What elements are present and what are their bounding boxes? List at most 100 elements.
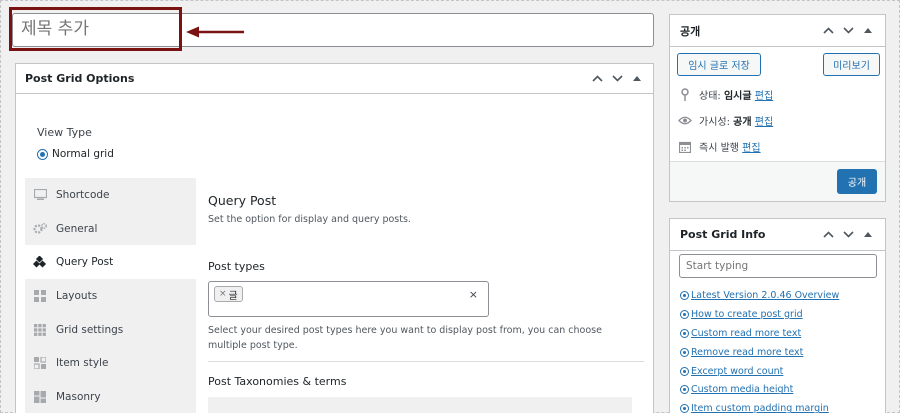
list-item[interactable]: Custom read more text [680, 324, 839, 343]
move-down-icon[interactable] [841, 24, 855, 38]
move-down-icon[interactable] [610, 72, 624, 86]
save-draft-button[interactable]: 임시 글로 저장 [677, 53, 761, 76]
preview-button[interactable]: 미리보기 [823, 53, 880, 76]
view-type-section: View Type Normal grid [37, 126, 114, 160]
normal-grid-label: Normal grid [52, 148, 114, 160]
query-post-title: Query Post [208, 193, 277, 208]
monitor-icon [33, 188, 47, 202]
edit-status-link[interactable]: 편집 [755, 91, 773, 102]
grid-icon [33, 323, 47, 337]
schedule-label: 즉시 발행 [699, 143, 739, 154]
list-item[interactable]: Item custom padding margin [680, 399, 839, 413]
gears-icon [33, 222, 47, 236]
post-grid-info-metabox: Post Grid Info Latest Version 2.0.46 Ove… [669, 218, 886, 413]
tab-layouts[interactable]: Layouts [25, 279, 196, 313]
tab-grid-settings[interactable]: Grid settings [25, 313, 196, 347]
visibility-label: 가시성: [699, 117, 730, 128]
info-links-list: Latest Version 2.0.46 Overview How to cr… [680, 286, 839, 413]
tab-label: Shortcode [56, 188, 110, 201]
tab-query-post[interactable]: Query Post [25, 245, 196, 280]
info-link[interactable]: Latest Version 2.0.46 Overview [691, 290, 839, 301]
arrow-annotation-icon [186, 26, 244, 38]
post-types-help: Select your desired post types here you … [208, 325, 602, 351]
publish-footer: 공개 [670, 161, 885, 201]
chip-label: 글 [228, 290, 238, 302]
publish-metabox: 공개 임시 글로 저장 미리보기 상태: 임시글 편집 가시성: 공개 편집 즉… [669, 14, 886, 202]
tab-label: General [56, 222, 98, 235]
collapse-toggle-icon[interactable] [861, 228, 875, 242]
query-post-subtitle: Set the option for display and query pos… [208, 214, 411, 225]
metabox-header: Post Grid Options [16, 64, 653, 94]
edit-visibility-link[interactable]: 편집 [755, 117, 773, 128]
highlight-annotation [9, 7, 182, 51]
collapse-toggle-icon[interactable] [630, 72, 644, 86]
post-grid-info-header: Post Grid Info [670, 219, 885, 251]
post-types-select[interactable]: × 글 × [208, 281, 489, 317]
collapse-toggle-icon[interactable] [861, 24, 875, 38]
tab-general[interactable]: General [25, 212, 196, 246]
chip-remove-icon[interactable]: × [219, 289, 227, 299]
item-style-icon [33, 356, 47, 370]
publish-title: 공개 [680, 24, 701, 38]
query-post-panel: Query Post Set the option for display an… [208, 178, 644, 413]
post-grid-info-title: Post Grid Info [680, 228, 766, 241]
cubes-icon [33, 255, 47, 269]
radio-selected-icon[interactable] [37, 148, 48, 160]
play-circle-icon [680, 309, 689, 319]
info-link[interactable]: Remove read more text [691, 347, 803, 358]
list-item[interactable]: How to create post grid [680, 305, 839, 324]
info-link[interactable]: Custom read more text [691, 328, 801, 339]
info-link[interactable]: Item custom padding margin [691, 403, 829, 413]
layout-icon [33, 289, 47, 303]
schedule-row: 즉시 발행 편집 [678, 139, 761, 154]
visibility-row: 가시성: 공개 편집 [678, 113, 773, 128]
tab-shortcode[interactable]: Shortcode [25, 178, 196, 212]
status-value: 임시글 [723, 91, 752, 102]
move-up-icon[interactable] [821, 24, 835, 38]
info-link[interactable]: How to create post grid [691, 309, 803, 320]
status-row: 상태: 임시글 편집 [678, 87, 773, 102]
play-circle-icon [680, 328, 689, 338]
calendar-icon [678, 140, 692, 154]
view-type-label: View Type [37, 126, 92, 139]
clear-selection-icon[interactable]: × [469, 288, 478, 301]
taxonomies-label: Post Taxonomies & terms [208, 375, 347, 388]
pin-icon [678, 88, 692, 102]
taxonomies-area [208, 397, 632, 413]
info-link[interactable]: Excerpt word count [691, 366, 783, 377]
play-circle-icon [680, 347, 689, 357]
publish-header: 공개 [670, 15, 885, 47]
post-types-label: Post types [208, 260, 265, 273]
play-circle-icon [680, 385, 689, 395]
move-up-icon[interactable] [590, 72, 604, 86]
play-circle-icon [680, 366, 689, 376]
search-input[interactable] [679, 254, 877, 278]
publish-button[interactable]: 공개 [837, 169, 877, 194]
post-type-chip[interactable]: × 글 [214, 286, 243, 302]
options-tabs: Shortcode General Query Post Layouts Gri… [25, 178, 196, 413]
tab-label: Masonry [56, 390, 101, 403]
tab-masonry[interactable]: Masonry [25, 380, 196, 413]
list-item[interactable]: Latest Version 2.0.46 Overview [680, 286, 839, 305]
list-item[interactable]: Excerpt word count [680, 362, 839, 381]
normal-grid-radio[interactable]: Normal grid [37, 148, 114, 160]
post-grid-options-metabox: Post Grid Options View Type Normal grid … [15, 63, 654, 413]
list-item[interactable]: Custom media height [680, 380, 839, 399]
list-item[interactable]: Remove read more text [680, 343, 839, 362]
visibility-value: 공개 [733, 117, 752, 128]
eye-icon [678, 114, 692, 128]
metabox-title: Post Grid Options [25, 72, 135, 85]
tab-item-style[interactable]: Item style [25, 346, 196, 380]
tab-label: Query Post [56, 256, 114, 269]
move-down-icon[interactable] [841, 228, 855, 242]
masonry-icon [33, 390, 47, 404]
info-link[interactable]: Custom media height [691, 384, 793, 395]
status-label: 상태: [699, 91, 721, 102]
play-circle-icon [680, 290, 689, 300]
divider [208, 361, 644, 362]
tab-label: Item style [56, 357, 109, 370]
move-up-icon[interactable] [821, 228, 835, 242]
play-circle-icon [680, 404, 689, 413]
tab-label: Layouts [56, 289, 98, 302]
edit-schedule-link[interactable]: 편집 [742, 143, 760, 154]
